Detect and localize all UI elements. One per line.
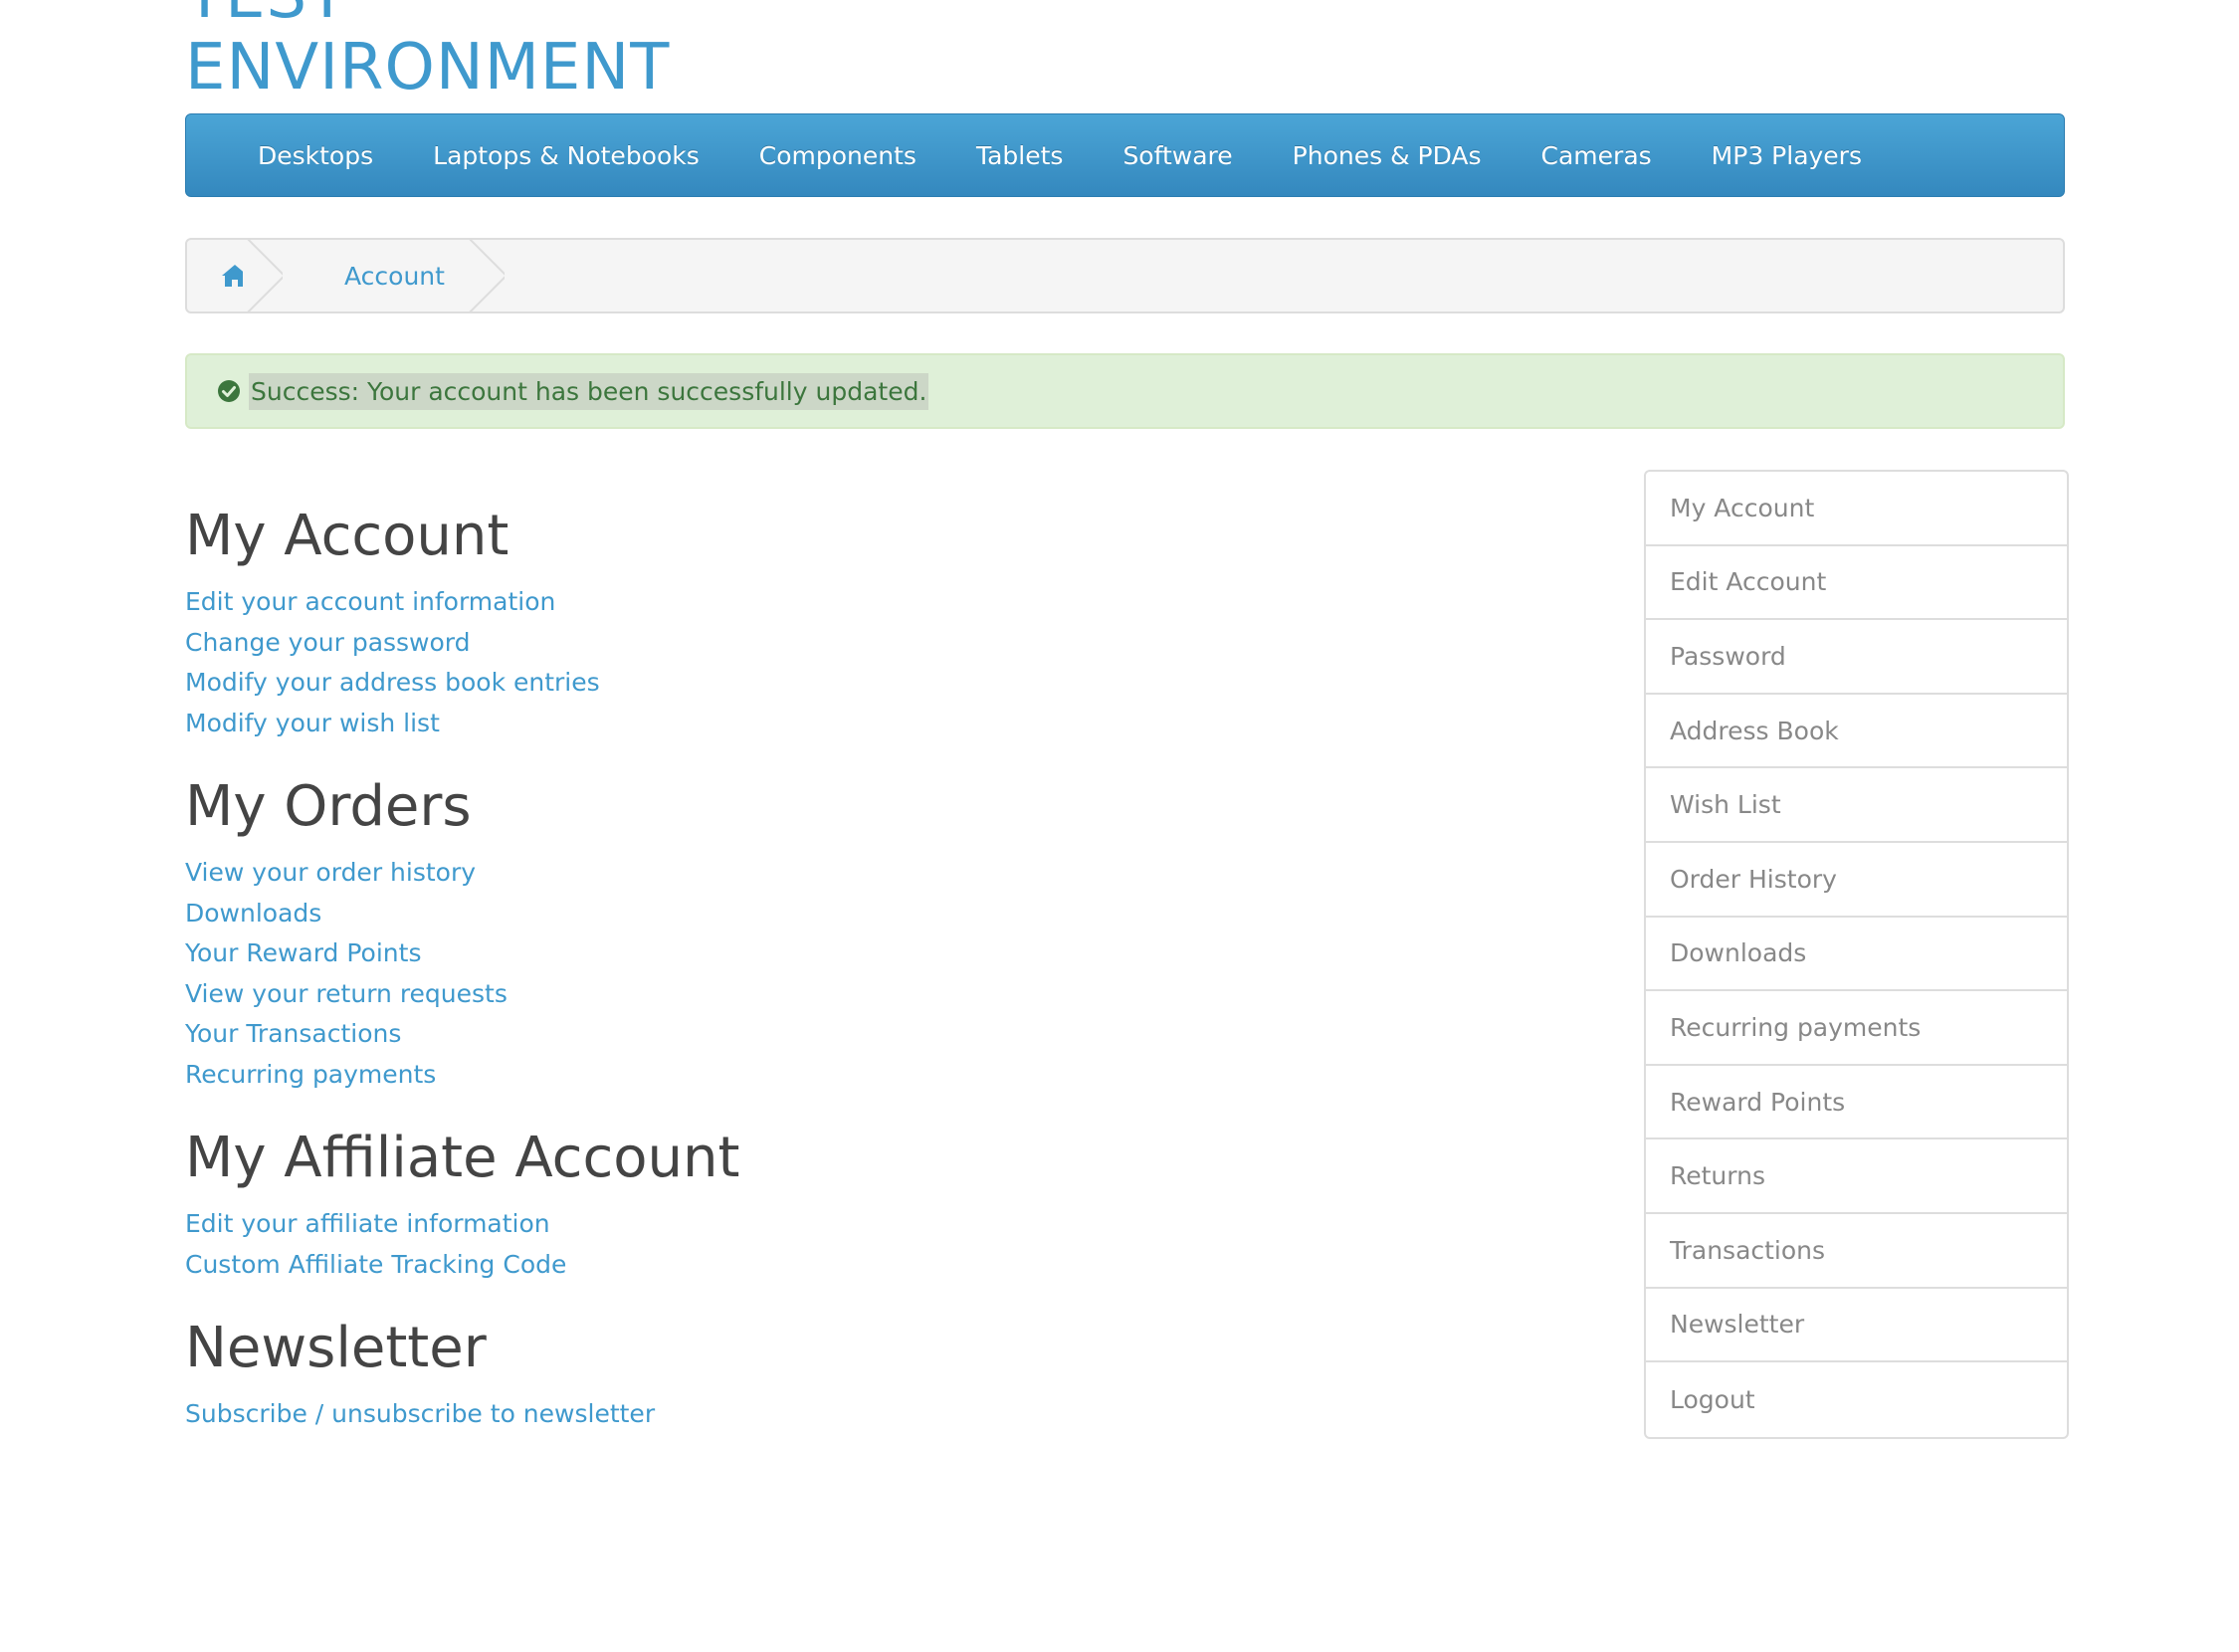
link-edit-account[interactable]: Edit your account information [185,587,555,616]
menu-item-laptops[interactable]: Laptops & Notebooks [403,141,729,170]
sidebar-item-address-book[interactable]: Address Book [1646,695,2067,769]
section-my-orders: My Orders View your order history Downlo… [185,773,739,1095]
menu-item-cameras[interactable]: Cameras [1512,141,1682,170]
sidebar-item-wish-list[interactable]: Wish List [1646,768,2067,843]
link-downloads[interactable]: Downloads [185,899,321,928]
sidebar-item-downloads[interactable]: Downloads [1646,918,2067,992]
sidebar-item-returns[interactable]: Returns [1646,1139,2067,1214]
link-order-history[interactable]: View your order history [185,858,476,887]
link-edit-affiliate[interactable]: Edit your affiliate information [185,1209,550,1238]
breadcrumb-account[interactable]: Account [283,240,505,311]
check-circle-icon [217,379,241,403]
section-my-account: My Account Edit your account information… [185,503,739,743]
sidebar-item-edit-account[interactable]: Edit Account [1646,546,2067,621]
success-alert: Success: Your account has been successfu… [185,353,2065,429]
breadcrumb-account-label: Account [344,261,445,291]
menu-item-mp3-players[interactable]: MP3 Players [1682,141,1892,170]
logo-line-1: TEST [185,0,670,32]
section-title: My Affiliate Account [185,1126,740,1190]
sidebar-item-newsletter[interactable]: Newsletter [1646,1289,2067,1363]
account-sidebar: My Account Edit Account Password Address… [1644,470,2069,1439]
link-affiliate-tracking[interactable]: Custom Affiliate Tracking Code [185,1250,566,1279]
menu-item-phones[interactable]: Phones & PDAs [1263,141,1512,170]
breadcrumb-home[interactable] [187,240,283,311]
logo-line-2: ENVIRONMENT [185,31,671,104]
account-content: My Account Edit your account information… [185,503,739,1465]
sidebar-item-my-account[interactable]: My Account [1646,472,2067,546]
link-recurring-payments[interactable]: Recurring payments [185,1060,436,1089]
link-wish-list[interactable]: Modify your wish list [185,709,440,737]
section-title: My Orders [185,774,472,839]
link-return-requests[interactable]: View your return requests [185,979,508,1008]
section-title: My Account [185,504,509,568]
link-address-book[interactable]: Modify your address book entries [185,668,600,697]
top-menu: Desktops Laptops & Notebooks Components … [185,113,2065,197]
link-transactions[interactable]: Your Transactions [185,1019,401,1048]
sidebar-item-recurring-payments[interactable]: Recurring payments [1646,991,2067,1066]
menu-item-desktops[interactable]: Desktops [228,141,403,170]
menu-item-components[interactable]: Components [729,141,946,170]
site-logo[interactable]: TEST ENVIRONMENT [185,0,670,103]
breadcrumb-separator [243,240,283,311]
section-newsletter: Newsletter Subscribe / unsubscribe to ne… [185,1315,739,1435]
link-reward-points[interactable]: Your Reward Points [185,938,421,967]
sidebar-item-order-history[interactable]: Order History [1646,843,2067,918]
sidebar-item-reward-points[interactable]: Reward Points [1646,1066,2067,1140]
sidebar-item-logout[interactable]: Logout [1646,1362,2067,1437]
sidebar-item-password[interactable]: Password [1646,620,2067,695]
breadcrumb-separator [464,240,505,311]
link-newsletter-subscribe[interactable]: Subscribe / unsubscribe to newsletter [185,1399,655,1428]
section-title: Newsletter [185,1316,487,1380]
link-change-password[interactable]: Change your password [185,628,471,657]
breadcrumb: Account [185,238,2065,313]
menu-item-tablets[interactable]: Tablets [946,141,1093,170]
alert-message: Success: Your account has been successfu… [249,372,929,410]
sidebar-item-transactions[interactable]: Transactions [1646,1214,2067,1289]
section-affiliate: My Affiliate Account Edit your affiliate… [185,1125,739,1285]
menu-item-software[interactable]: Software [1093,141,1262,170]
